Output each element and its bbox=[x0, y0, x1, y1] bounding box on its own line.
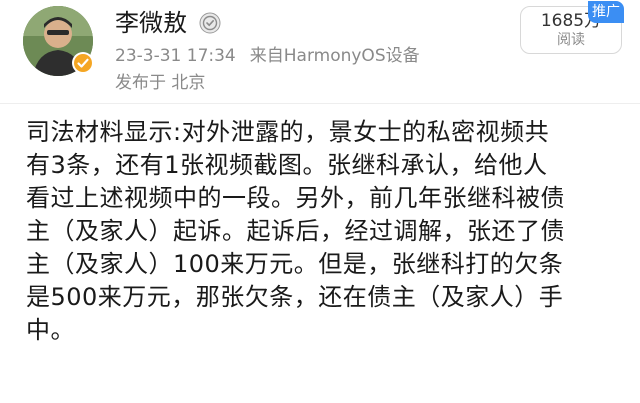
post-content: 司法材料显示:对外泄露的，景女士的私密视频共 有3条，还有1张视频截图。张继科承… bbox=[26, 116, 626, 347]
post-line: 主（及家人）起诉。起诉后，经过调解，张还了债 bbox=[26, 217, 565, 245]
username[interactable]: 李微敖 bbox=[115, 8, 187, 38]
post-line: 有3条，还有1张视频截图。张继科承认，给他人 bbox=[26, 151, 548, 179]
weibo-post: 李微敖 23-3-31 17:34 来自HarmonyOS设备 发布于 北京 16… bbox=[0, 0, 640, 403]
post-meta: 23-3-31 17:34 来自HarmonyOS设备 bbox=[115, 45, 420, 67]
verified-badge-icon bbox=[72, 52, 94, 74]
post-line: 司法材料显示:对外泄露的，景女士的私密视频共 bbox=[26, 118, 550, 146]
post-source[interactable]: 来自HarmonyOS设备 bbox=[250, 46, 420, 66]
post-line: 看过上述视频中的一段。另外，前几年张继科被债 bbox=[26, 184, 565, 212]
post-line: 主（及家人）100来万元。但是，张继科打的欠条 bbox=[26, 250, 564, 278]
divider bbox=[0, 103, 640, 104]
post-line: 是500来万元，那张欠条，还在债主（及家人）手 bbox=[26, 283, 564, 311]
post-line: 中。 bbox=[26, 316, 75, 344]
post-timestamp: 23-3-31 17:34 bbox=[115, 46, 236, 66]
user-level-icon[interactable] bbox=[199, 12, 221, 34]
read-label: 阅读 bbox=[557, 32, 585, 48]
post-location: 发布于 北京 bbox=[115, 73, 206, 93]
promo-tag[interactable]: 推广 bbox=[588, 1, 624, 23]
